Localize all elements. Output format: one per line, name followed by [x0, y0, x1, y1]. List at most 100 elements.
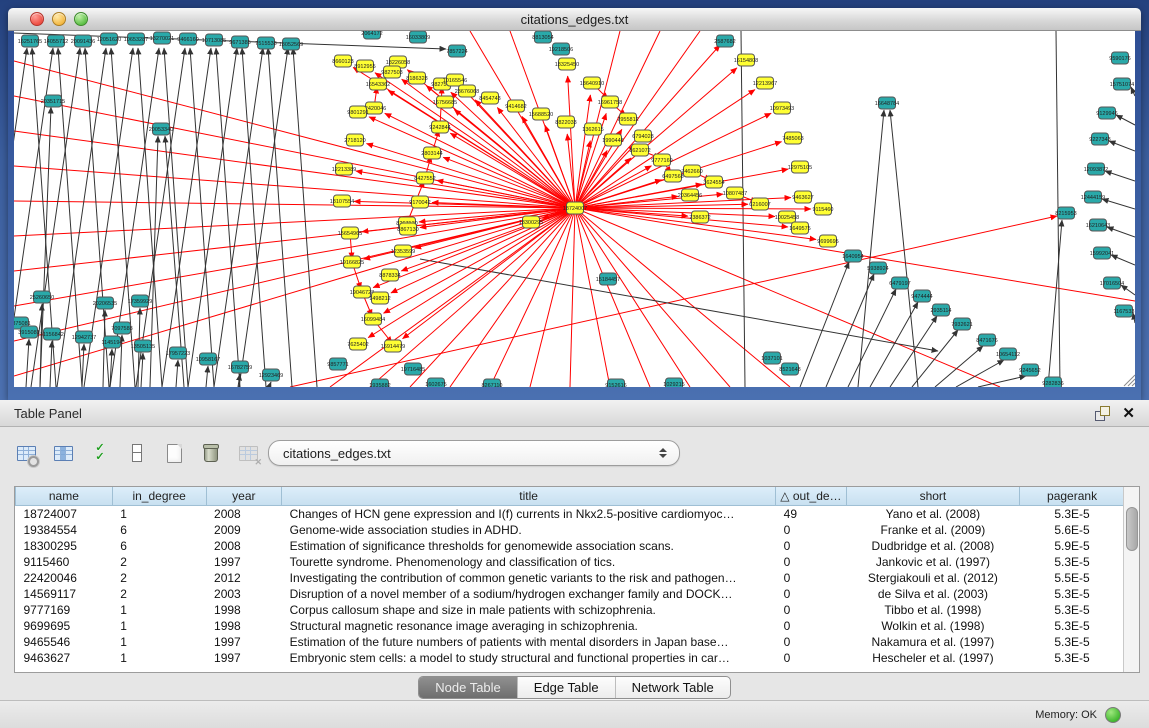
- graph-node[interactable]: 1498212: [369, 292, 390, 304]
- graph-edge[interactable]: [848, 289, 896, 387]
- graph-node[interactable]: 9671385: [229, 36, 250, 48]
- graph-node[interactable]: 9801291: [347, 106, 368, 118]
- table-cell[interactable]: 0: [776, 554, 847, 570]
- graph-node[interactable]: 2803144: [421, 147, 442, 159]
- table-row[interactable]: 1872400712008Changes of HCN gene express…: [16, 506, 1125, 523]
- graph-edge[interactable]: [450, 133, 575, 208]
- graph-node[interactable]: 7515538: [255, 37, 276, 49]
- table-cell[interactable]: Changes of HCN gene expression and I(f) …: [282, 506, 776, 523]
- graph-node[interactable]: 25260650: [30, 291, 54, 303]
- graph-node[interactable]: 14055712: [44, 35, 68, 47]
- graph-edge[interactable]: [1105, 171, 1135, 181]
- table-cell[interactable]: 19384554: [16, 522, 113, 538]
- graph-node[interactable]: 9699695: [817, 235, 838, 247]
- graph-node[interactable]: 16961758: [598, 96, 622, 108]
- table-scrollbar-thumb[interactable]: [1126, 507, 1138, 551]
- graph-node[interactable]: 16756685: [433, 96, 457, 108]
- graph-node[interactable]: 16648784: [875, 97, 899, 109]
- table-cell[interactable]: 0: [776, 602, 847, 618]
- graph-node[interactable]: 10958167: [196, 353, 220, 365]
- graph-node[interactable]: 10654112: [996, 348, 1020, 360]
- table-cell[interactable]: Dudbridge et al. (2008): [846, 538, 1019, 554]
- graph-node[interactable]: 6794028: [632, 130, 653, 142]
- select-rows-check-icon[interactable]: ✓✓: [88, 441, 112, 465]
- table-cell[interactable]: 0: [776, 570, 847, 586]
- table-cell[interactable]: 9777169: [16, 602, 113, 618]
- graph-edge[interactable]: [575, 208, 790, 387]
- graph-node[interactable]: 9857771: [327, 358, 348, 370]
- graph-node[interactable]: 16543362: [366, 78, 390, 90]
- graph-node[interactable]: 20364456: [678, 189, 702, 201]
- graph-node[interactable]: 13505135: [131, 340, 155, 352]
- graph-edge[interactable]: [14, 61, 575, 208]
- graph-node[interactable]: 8215953: [1055, 207, 1076, 219]
- graph-edge[interactable]: [1107, 227, 1135, 237]
- graph-edge[interactable]: [1109, 141, 1135, 151]
- column-header-out_de[interactable]: △ out_de…: [776, 487, 847, 506]
- graph-edge[interactable]: [239, 48, 288, 387]
- graph-edge[interactable]: [50, 341, 52, 387]
- graph-node[interactable]: 9463627: [792, 191, 813, 203]
- graph-node[interactable]: 18724007: [563, 202, 587, 214]
- graph-node[interactable]: 12213389: [332, 163, 356, 175]
- graph-node[interactable]: 16782759: [228, 361, 252, 373]
- table-cell[interactable]: Franke et al. (2009): [846, 522, 1019, 538]
- table-cell[interactable]: 5.3E-5: [1020, 650, 1125, 666]
- table-cell[interactable]: 2: [112, 586, 206, 602]
- graph-node[interactable]: 8186328: [406, 72, 427, 84]
- table-cell[interactable]: 1: [112, 506, 206, 523]
- table-cell[interactable]: 5.9E-5: [1020, 538, 1125, 554]
- table-settings-icon[interactable]: [14, 441, 38, 465]
- graph-node[interactable]: 9227343: [1089, 133, 1110, 145]
- table-cell[interactable]: 2: [112, 570, 206, 586]
- graph-node[interactable]: 3915081: [18, 326, 39, 338]
- table-cell[interactable]: 9463627: [16, 650, 113, 666]
- graph-node[interactable]: 12213967: [753, 77, 777, 89]
- graph-node[interactable]: 13270021: [150, 32, 174, 44]
- table-cell[interactable]: 0: [776, 586, 847, 602]
- graph-node[interactable]: 10807487: [723, 187, 747, 199]
- graph-edge[interactable]: [293, 48, 317, 387]
- graph-node[interactable]: 9242844: [429, 121, 450, 133]
- table-cell[interactable]: 0: [776, 650, 847, 666]
- graph-node[interactable]: 1029215: [663, 378, 684, 387]
- graph-edge[interactable]: [214, 48, 263, 387]
- table-cell[interactable]: 1: [112, 650, 206, 666]
- graph-edge[interactable]: [570, 208, 575, 387]
- memory-status-indicator[interactable]: [1105, 707, 1121, 723]
- graph-node[interactable]: 5938924: [867, 262, 888, 274]
- table-cell[interactable]: Jankovic et al. (1997): [846, 554, 1019, 570]
- table-cell[interactable]: 0: [776, 538, 847, 554]
- graph-edge[interactable]: [136, 48, 185, 387]
- table-row[interactable]: 946362711997Embryonic stem cells: a mode…: [16, 650, 1125, 666]
- graph-node[interactable]: 16251765: [18, 35, 42, 47]
- table-selector-dropdown[interactable]: citations_edges.txt: [268, 440, 680, 466]
- graph-node[interactable]: 15751074: [1110, 78, 1134, 90]
- graph-node[interactable]: 2064172: [361, 31, 382, 39]
- graph-node[interactable]: 9474444: [911, 290, 932, 302]
- tab-edge-table[interactable]: Edge Table: [517, 677, 615, 698]
- graph-node[interactable]: 16154808: [734, 54, 758, 66]
- delete-table-icon[interactable]: ✕: [236, 441, 260, 465]
- table-cell[interactable]: Stergiakouli et al. (2012): [846, 570, 1019, 586]
- graph-node[interactable]: 1649575: [789, 222, 810, 234]
- graph-node[interactable]: 2935114: [930, 304, 951, 316]
- graph-node[interactable]: 7485063: [782, 132, 803, 144]
- table-cell[interactable]: 1998: [206, 602, 282, 618]
- table-cell[interactable]: 1998: [206, 618, 282, 634]
- graph-node[interactable]: 1037101: [761, 352, 782, 364]
- table-cell[interactable]: Tibbo et al. (1998): [846, 602, 1019, 618]
- graph-edge[interactable]: [912, 330, 958, 387]
- graph-node[interactable]: 8822033: [555, 116, 576, 128]
- graph-edge[interactable]: [269, 382, 271, 387]
- table-cell[interactable]: Yano et al. (2008): [846, 506, 1019, 523]
- graph-node[interactable]: 16914479: [381, 340, 405, 352]
- column-header-name[interactable]: name: [16, 487, 113, 506]
- graph-edge[interactable]: [530, 208, 575, 387]
- table-cell[interactable]: 1: [112, 634, 206, 650]
- table-cell[interactable]: 49: [776, 506, 847, 523]
- graph-node[interactable]: 3624554: [703, 176, 724, 188]
- tab-node-table[interactable]: Node Table: [419, 677, 517, 698]
- graph-node[interactable]: 17016504: [1100, 277, 1124, 289]
- close-window-icon[interactable]: [30, 12, 44, 26]
